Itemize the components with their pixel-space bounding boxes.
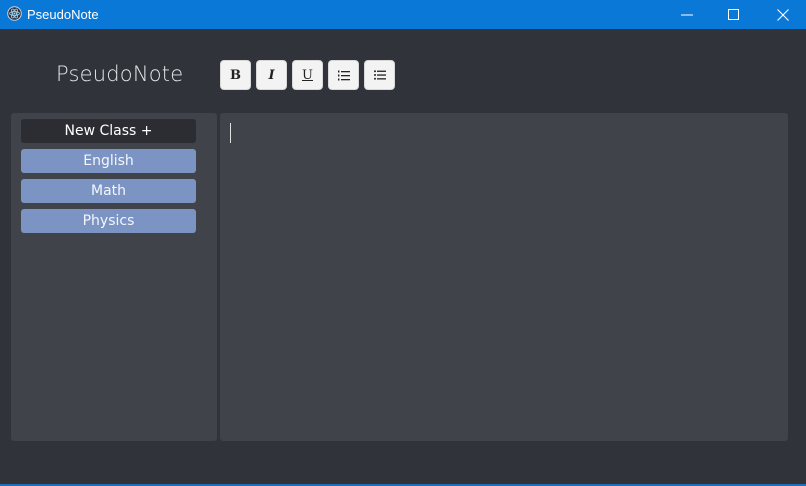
new-class-button[interactable]: New Class + [21, 119, 196, 143]
bulleted-list-icon [373, 70, 386, 80]
title-bar: PseudoNote [0, 0, 806, 29]
class-item-english[interactable]: English [21, 149, 196, 173]
bold-button[interactable]: B [220, 60, 251, 90]
minimize-button[interactable] [664, 0, 710, 29]
class-item-physics[interactable]: Physics [21, 209, 196, 233]
italic-button[interactable]: I [256, 60, 287, 90]
bulleted-list-button[interactable] [364, 60, 395, 90]
text-cursor [230, 123, 231, 143]
close-icon [777, 8, 789, 21]
app-icon [7, 6, 22, 21]
class-sidebar: New Class + English Math Physics [11, 113, 217, 441]
note-editor[interactable] [220, 113, 788, 441]
underline-button[interactable]: U [292, 60, 323, 90]
close-button[interactable] [760, 0, 806, 29]
numbered-list-button[interactable] [328, 60, 359, 90]
bold-label: B [230, 67, 241, 83]
underline-label: U [302, 67, 313, 83]
maximize-icon [728, 8, 739, 20]
maximize-button[interactable] [711, 0, 757, 29]
class-item-math[interactable]: Math [21, 179, 196, 203]
numbered-list-icon [337, 70, 350, 80]
minimize-icon [681, 14, 693, 15]
italic-label: I [268, 67, 275, 83]
window-title: PseudoNote [27, 7, 99, 22]
app-brand-title: PseudoNote [56, 62, 184, 86]
